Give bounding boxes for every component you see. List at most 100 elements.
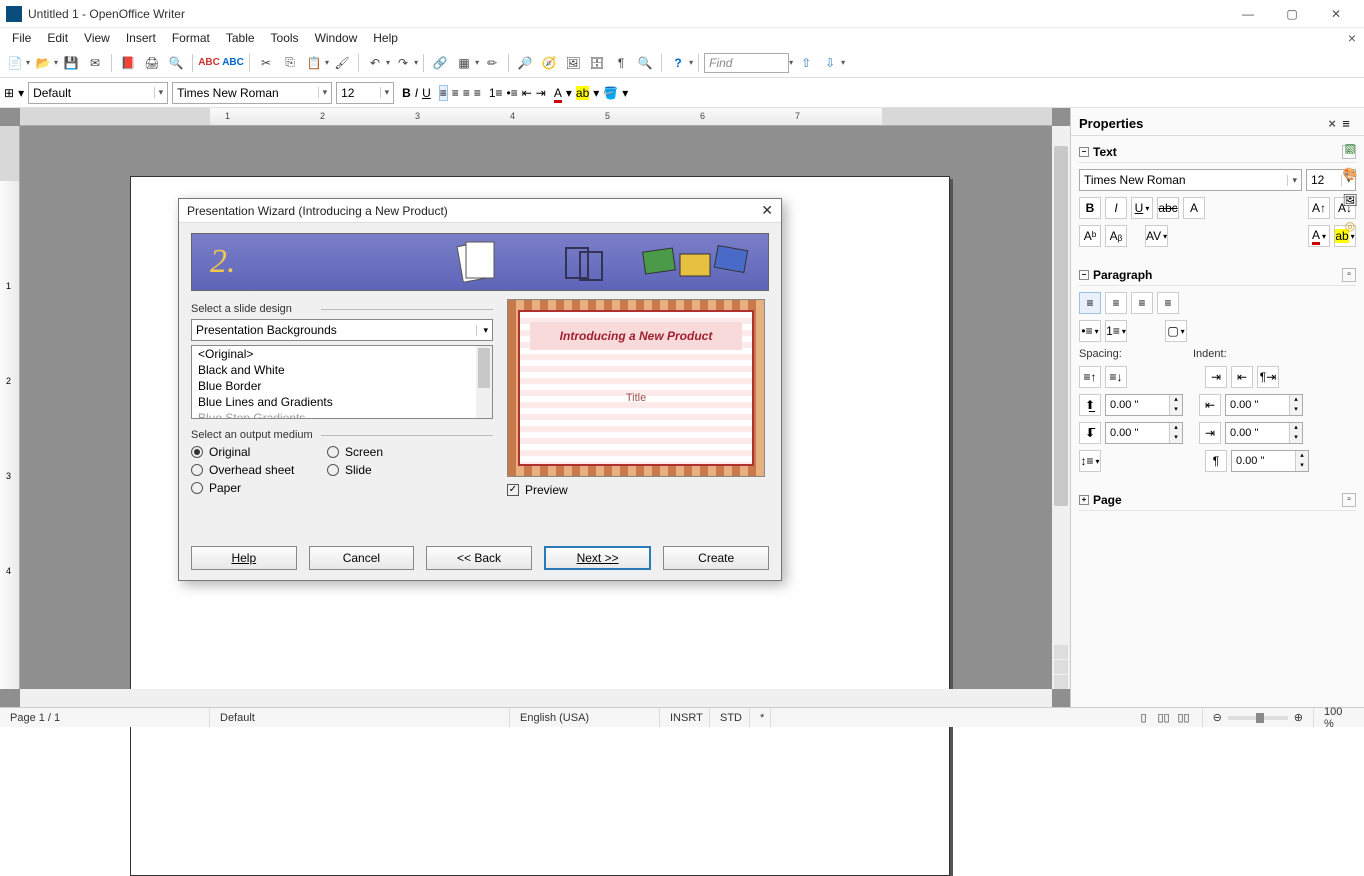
more-options-icon[interactable]: ▫ [1342, 268, 1356, 282]
scrollbar-thumb[interactable] [1054, 146, 1068, 506]
create-button[interactable]: Create [663, 546, 769, 570]
bullets-button[interactable]: •≡ [507, 86, 518, 100]
list-item[interactable]: Blue Border [192, 378, 492, 394]
dec-indent-button[interactable]: ⇤ [1231, 366, 1253, 388]
decrease-indent-button[interactable]: ⇤ [522, 86, 532, 100]
list-item[interactable]: Blue Lines and Gradients [192, 394, 492, 410]
save-button[interactable]: 💾 [60, 52, 82, 74]
prop-fontcolor-button[interactable]: A [1308, 225, 1330, 247]
print-button[interactable]: 🖨 [141, 52, 163, 74]
zoom-slider[interactable] [1228, 716, 1288, 720]
prop-shadow-button[interactable]: A [1183, 197, 1205, 219]
radio-screen[interactable] [327, 446, 339, 458]
more-options-icon[interactable]: ▫ [1342, 493, 1356, 507]
menu-table[interactable]: Table [218, 29, 263, 47]
hyperlink-button[interactable]: 🔗 [429, 52, 451, 74]
prop-numbering-button[interactable]: 1≡ [1105, 320, 1127, 342]
menu-help[interactable]: Help [365, 29, 406, 47]
navigator-button[interactable]: 🧭 [538, 52, 560, 74]
view-multi-icon[interactable]: ▯▯ [1156, 711, 1172, 724]
horizontal-scrollbar[interactable] [20, 689, 1052, 707]
pdf-button[interactable]: 📕 [117, 52, 139, 74]
align-justify-button[interactable]: ≡ [474, 86, 481, 100]
dialog-close-button[interactable]: ✕ [761, 202, 773, 219]
styles-button[interactable]: ⊞ [4, 86, 14, 100]
increase-indent-button[interactable]: ⇥ [536, 86, 546, 100]
status-page[interactable]: Page 1 / 1 [0, 708, 210, 727]
status-view-buttons[interactable]: ▯ ▯▯ ▯▯ [1126, 708, 1203, 727]
email-button[interactable]: ✉ [84, 52, 106, 74]
next-button[interactable]: Next >> [544, 546, 652, 570]
align-center-button[interactable]: ≡ [452, 86, 459, 100]
status-insert[interactable]: INSRT [660, 708, 710, 727]
zoom-in-icon[interactable]: ⊕ [1294, 711, 1303, 724]
prop-align-right[interactable]: ≡ [1131, 292, 1153, 314]
scroll-prev-button[interactable] [1054, 645, 1068, 659]
nav-button[interactable] [1054, 660, 1068, 674]
find-prev-button[interactable]: ⇧ [795, 52, 817, 74]
prop-sub-button[interactable]: Aᵦ [1105, 225, 1127, 247]
format-paintbrush-button[interactable]: 🖌 [331, 52, 353, 74]
font-name-combo[interactable]: Times New Roman▾ [172, 82, 332, 104]
numbering-button[interactable]: 1≡ [489, 86, 503, 100]
status-lang[interactable]: English (USA) [510, 708, 660, 727]
prop-bullets-button[interactable]: •≡ [1079, 320, 1101, 342]
maximize-button[interactable]: ▢ [1270, 0, 1314, 27]
left-indent-input[interactable]: ▴▾ [1225, 394, 1303, 416]
underline-button[interactable]: U [422, 86, 431, 100]
sidebar-styles-icon[interactable]: 🎨 [1340, 164, 1360, 184]
bold-button[interactable]: B [402, 86, 411, 100]
show-draw-button[interactable]: ✏ [481, 52, 503, 74]
prop-align-center[interactable]: ≡ [1105, 292, 1127, 314]
background-color-button[interactable]: 🪣 [603, 86, 618, 100]
datasources-button[interactable]: 🗄 [586, 52, 608, 74]
paragraph-section-header[interactable]: − Paragraph ▫ [1079, 265, 1356, 286]
prop-bgcolor-button[interactable]: ▢ [1165, 320, 1187, 342]
dec-spacing-button[interactable]: ≡↓ [1105, 366, 1127, 388]
list-item[interactable]: Black and White [192, 362, 492, 378]
paragraph-style-combo[interactable]: Default▾ [28, 82, 168, 104]
view-single-icon[interactable]: ▯ [1136, 711, 1152, 724]
help-button[interactable]: ? [667, 52, 689, 74]
vertical-ruler[interactable]: 1 2 3 4 [0, 126, 20, 689]
prop-strike-button[interactable]: abc [1157, 197, 1179, 219]
redo-button[interactable]: ↷ [392, 52, 414, 74]
undo-button[interactable]: ↶ [364, 52, 386, 74]
prop-italic-button[interactable]: I [1105, 197, 1127, 219]
right-indent-input[interactable]: ▴▾ [1225, 422, 1303, 444]
find-input[interactable]: Find [704, 53, 789, 73]
close-button[interactable]: ✕ [1314, 0, 1358, 27]
highlight-button[interactable]: ab [576, 86, 589, 100]
cancel-button[interactable]: Cancel [309, 546, 415, 570]
prop-grow-button[interactable]: A↑ [1308, 197, 1330, 219]
cut-button[interactable]: ✂ [255, 52, 277, 74]
radio-overhead[interactable] [191, 464, 203, 476]
minimize-button[interactable]: — [1226, 0, 1270, 27]
align-left-button[interactable]: ≡ [439, 85, 448, 101]
prop-font-combo[interactable]: Times New Roman▾ [1079, 169, 1302, 191]
menu-window[interactable]: Window [307, 29, 366, 47]
find-replace-button[interactable]: 🔎 [514, 52, 536, 74]
menu-tools[interactable]: Tools [263, 29, 307, 47]
properties-close-icon[interactable]: × [1328, 116, 1336, 131]
dialog-title-bar[interactable]: Presentation Wizard (Introducing a New P… [179, 199, 781, 223]
prop-bold-button[interactable]: B [1079, 197, 1101, 219]
firstline-indent-input[interactable]: ▴▾ [1231, 450, 1309, 472]
vertical-scrollbar[interactable] [1052, 126, 1070, 689]
preview-checkbox[interactable]: ✓ [507, 484, 519, 496]
list-item[interactable]: Blue Step Gradients [192, 410, 492, 419]
prop-align-left[interactable]: ≡ [1079, 292, 1101, 314]
list-item[interactable]: <Original> [192, 346, 492, 362]
find-next-button[interactable]: ⇩ [819, 52, 841, 74]
below-spacing-input[interactable]: ▴▾ [1105, 422, 1183, 444]
new-button[interactable]: 📄 [4, 52, 26, 74]
above-spacing-input[interactable]: ▴▾ [1105, 394, 1183, 416]
zoom-level[interactable]: 100 % [1314, 708, 1364, 727]
paste-button[interactable]: 📋 [303, 52, 325, 74]
menu-view[interactable]: View [76, 29, 118, 47]
status-selmode[interactable]: STD [710, 708, 750, 727]
scroll-next-button[interactable] [1054, 675, 1068, 689]
menu-edit[interactable]: Edit [39, 29, 76, 47]
prop-super-button[interactable]: Aᵇ [1079, 225, 1101, 247]
zoom-button[interactable]: 🔍 [634, 52, 656, 74]
